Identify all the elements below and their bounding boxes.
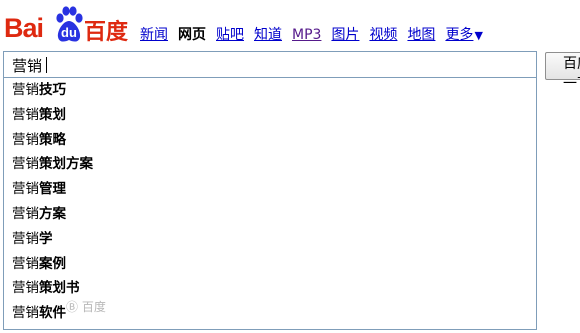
suggestion-typed-part: 营销 bbox=[12, 205, 39, 222]
suggestion-item[interactable]: 营销学 bbox=[4, 227, 536, 252]
text-caret bbox=[46, 57, 47, 73]
search-input[interactable] bbox=[12, 55, 522, 75]
nav-images[interactable]: 图片 bbox=[331, 24, 359, 44]
suggestion-item[interactable]: 营销策划 bbox=[4, 103, 536, 128]
suggestion-typed-part: 营销 bbox=[12, 156, 39, 173]
suggestion-typed-part: 营销 bbox=[12, 280, 39, 297]
suggestion-completion: 策划 bbox=[39, 106, 66, 123]
suggestion-typed-part: 营销 bbox=[12, 230, 39, 247]
suggestion-item[interactable]: 营销技巧 bbox=[4, 78, 536, 103]
suggestion-completion: 管理 bbox=[39, 181, 66, 198]
suggestion-completion: 案例 bbox=[39, 255, 66, 272]
suggestion-typed-part: 营销 bbox=[12, 106, 39, 123]
search-button[interactable]: 百度一下 bbox=[545, 52, 580, 92]
nav-more-label[interactable]: 更多 bbox=[445, 27, 473, 43]
nav-more[interactable]: 更多▼ bbox=[445, 24, 482, 44]
suggestion-item[interactable]: 营销方案 bbox=[4, 202, 536, 227]
product-nav: 新闻 网页 贴吧 知道 MP3 图片 视频 地图 更多▼ bbox=[140, 24, 483, 44]
suggestion-item[interactable]: 营销案例 bbox=[4, 252, 536, 277]
suggestion-completion: 技巧 bbox=[39, 82, 66, 98]
suggestion-completion: 方案 bbox=[39, 205, 66, 222]
watermark: Ⓑ 百度 bbox=[66, 300, 106, 314]
suggestion-completion: 策划书 bbox=[39, 280, 80, 297]
nav-mp3[interactable]: MP3 bbox=[292, 27, 321, 43]
suggestion-typed-part: 营销 bbox=[12, 255, 39, 272]
logo-badge-text: du bbox=[61, 25, 77, 40]
suggestion-item[interactable]: 营销管理 bbox=[4, 177, 536, 202]
suggestion-item[interactable]: 营销策略 bbox=[4, 128, 536, 153]
nav-map[interactable]: 地图 bbox=[407, 24, 435, 44]
logo-latin-text: Bai bbox=[4, 13, 44, 43]
search-box[interactable] bbox=[3, 51, 537, 78]
suggestion-typed-part: 营销 bbox=[12, 181, 39, 198]
suggestion-dropdown: 营销技巧 营销策划 营销策略 营销策划方案 营销管理 营销方案 营销学 营销案例… bbox=[3, 78, 537, 330]
nav-news[interactable]: 新闻 bbox=[140, 24, 168, 44]
suggestion-completion: 策划方案 bbox=[39, 156, 93, 173]
nav-video[interactable]: 视频 bbox=[369, 24, 397, 44]
suggestion-typed-part: 营销 bbox=[12, 305, 39, 322]
nav-tieba[interactable]: 贴吧 bbox=[216, 24, 244, 44]
triangle-down-icon[interactable]: ▼ bbox=[474, 29, 482, 42]
suggestion-item[interactable]: 营销策划方案 bbox=[4, 152, 536, 177]
suggestion-completion: 软件 bbox=[39, 305, 66, 322]
page: Bai du 百度 新闻 网页 贴吧 知道 MP3 图片 视频 地图 更多▼ 百… bbox=[0, 0, 580, 333]
suggestion-typed-part: 营销 bbox=[12, 82, 39, 98]
nav-web-active: 网页 bbox=[178, 27, 206, 43]
logo-chinese-text: 百度 bbox=[84, 20, 129, 45]
suggestion-completion: 策略 bbox=[39, 131, 66, 148]
baidu-logo[interactable]: Bai du 百度 bbox=[4, 6, 128, 46]
suggestion-completion: 学 bbox=[39, 230, 53, 247]
suggestion-typed-part: 营销 bbox=[12, 131, 39, 148]
nav-zhidao[interactable]: 知道 bbox=[254, 24, 282, 44]
